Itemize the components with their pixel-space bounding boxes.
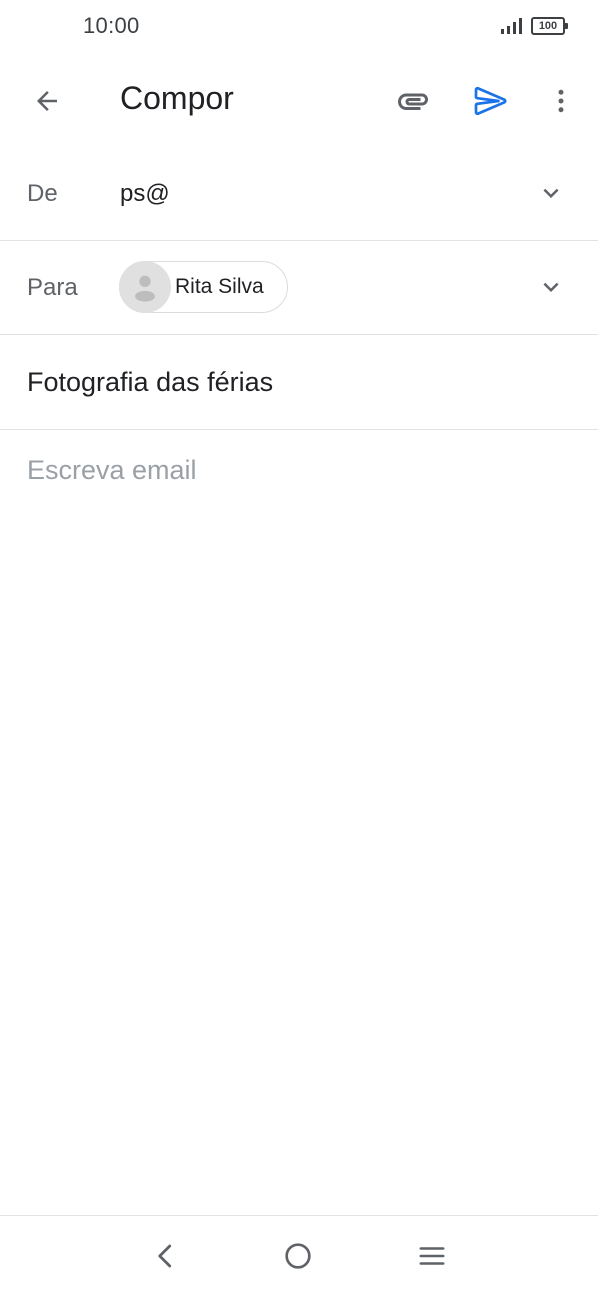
nav-menu-button[interactable] [410,1234,454,1278]
navigation-bar [0,1215,598,1296]
person-icon [135,275,155,302]
signal-icon [501,18,522,34]
chevron-down-icon [543,188,559,198]
subject-field[interactable]: Fotografia das férias [27,367,273,398]
back-button[interactable] [22,76,72,126]
from-label: De [27,180,58,207]
app-bar: Compor [0,56,598,146]
from-expand-button[interactable] [534,176,568,210]
chevron-down-icon [543,282,559,292]
paperclip-icon [398,93,428,110]
from-row: De ps@ [0,146,598,241]
send-icon [474,86,507,116]
subject-row: Fotografia das férias [0,335,598,430]
nav-home-button[interactable] [276,1234,320,1278]
more-options-button[interactable] [540,76,582,126]
to-label: Para [27,274,78,301]
status-bar: 10:00 100 [0,0,598,56]
nav-back-icon [158,1244,172,1268]
more-vert-icon [558,89,564,113]
recipient-chip[interactable]: Rita Silva [119,261,288,313]
to-expand-button[interactable] [534,270,568,304]
battery-icon: 100 [531,17,568,35]
nav-menu-icon [419,1247,445,1265]
recipient-name: Rita Silva [175,275,264,298]
battery-level: 100 [538,20,558,32]
from-value[interactable]: ps@ [120,180,170,208]
avatar [119,261,171,313]
send-button[interactable] [466,76,516,126]
status-time: 10:00 [83,13,140,38]
attach-button[interactable] [388,76,438,126]
nav-back-button[interactable] [144,1234,188,1278]
back-arrow-icon [37,91,57,111]
to-row: Para Rita Silva [0,241,598,335]
page-title: Compor [120,80,234,116]
body-field[interactable]: Escreva email [27,455,572,1155]
nav-home-icon [285,1243,311,1269]
